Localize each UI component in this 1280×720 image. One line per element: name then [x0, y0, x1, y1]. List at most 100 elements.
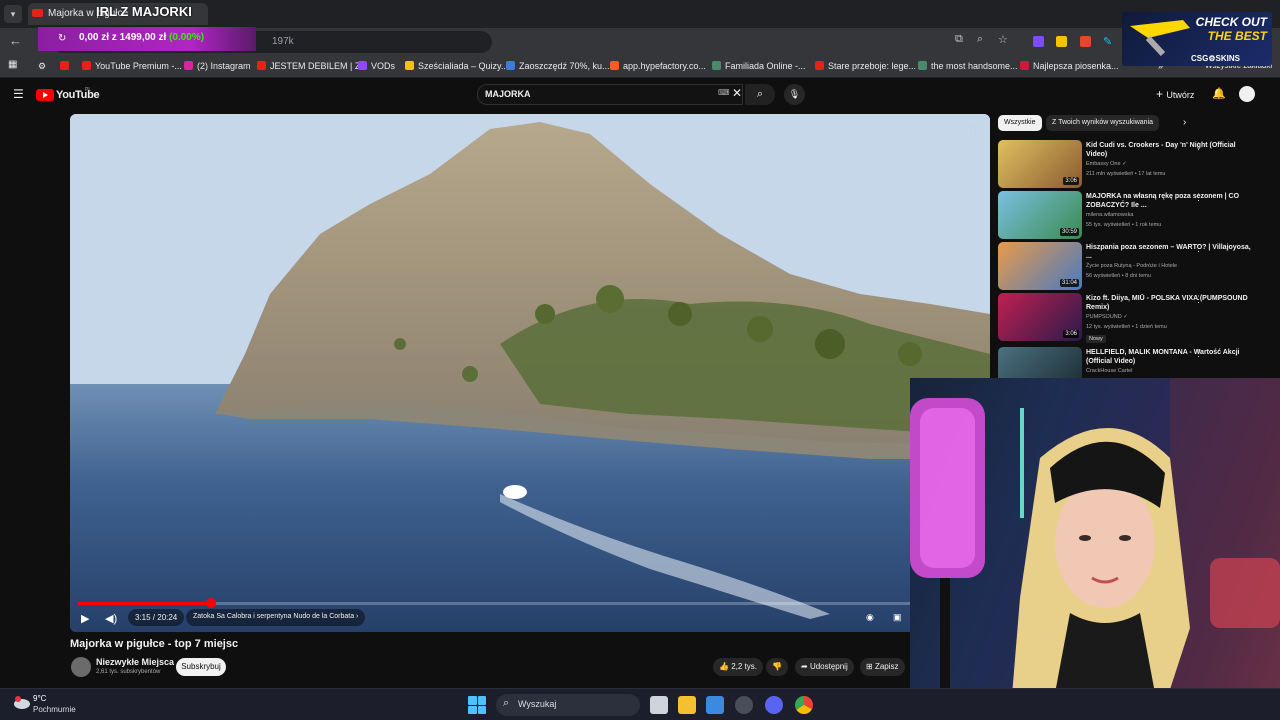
chapter-title[interactable]: Zatoka Sa Calobra i serpentyna Nudo de l… [186, 609, 366, 626]
create-button[interactable]: + Utwórz [1156, 87, 1194, 101]
video-thumbnail[interactable]: 31:04 [998, 242, 1082, 290]
subscribe-button[interactable]: Subskrybuj [176, 658, 226, 676]
save-icon: ⊞ [866, 662, 875, 671]
bookmark-item[interactable]: Najlepsza piosenka... [1020, 61, 1119, 71]
bookmark-item[interactable]: the most handsome... [918, 61, 1018, 71]
search-icon: ⌕ [503, 697, 510, 709]
chip-all[interactable]: Wszystkie [998, 115, 1042, 131]
captions-icon[interactable]: ▣ [893, 612, 902, 623]
extension-icon[interactable] [1033, 36, 1044, 47]
taskbar-search[interactable]: ⌕ Wyszukaj [496, 694, 640, 716]
search-input[interactable]: MAJORKA [485, 89, 531, 99]
bookmark-item[interactable]: Stare przeboje: lege... [815, 61, 916, 71]
bookmark-icon[interactable] [60, 61, 73, 71]
bookmark-item[interactable]: YouTube Premium -... [82, 61, 182, 71]
chrome-icon[interactable] [795, 696, 813, 714]
more-options-icon[interactable]: ⋮ [1194, 243, 1203, 254]
autoplay-toggle-icon[interactable]: ◉ [866, 612, 874, 623]
play-icon[interactable]: ▶ [81, 612, 89, 625]
discord-icon[interactable] [765, 696, 783, 714]
tab-search-icon[interactable]: ▾ [4, 5, 22, 23]
recommendation-title[interactable]: Kizo ft. Diiya, MIŪ - POLSKA VIXA (PUMPS… [1086, 294, 1256, 312]
ad-brand: CSG⚙SKINS [1191, 54, 1240, 63]
chip-your-results[interactable]: Z Twoich wyników wyszukiwania [1046, 115, 1160, 131]
app-icon[interactable] [735, 696, 753, 714]
video-player[interactable]: ⓘ [70, 114, 990, 632]
extension-icon[interactable] [1080, 36, 1091, 47]
recommendation-item[interactable]: HELLFIELD, MALIK MONTANA - Wartość Akcji… [998, 347, 1268, 378]
youtube-logo-text[interactable]: YouTube [56, 89, 100, 101]
keyboard-icon[interactable]: ⌨ [718, 88, 730, 97]
video-thumbnail[interactable]: 3:06 [998, 140, 1082, 188]
channel-avatar[interactable] [71, 657, 91, 677]
account-avatar[interactable] [1239, 86, 1255, 102]
progress-fill [78, 602, 212, 605]
bookmark-item[interactable]: JESTEM DEBILEM | Z... [257, 61, 368, 71]
file-explorer-icon[interactable] [678, 696, 696, 714]
recommendation-channel[interactable]: CrackHouse Cartel [1086, 368, 1132, 374]
dislike-button[interactable]: 👎 [766, 658, 788, 676]
more-options-icon[interactable]: ⋮ [1194, 294, 1203, 305]
bookmark-item[interactable]: app.hypefactory.co... [610, 61, 706, 71]
zoom-icon[interactable]: ⌕ [977, 33, 983, 46]
youtube-logo-icon[interactable] [36, 89, 54, 101]
save-button[interactable]: ⊞ Zapisz [860, 658, 905, 676]
extension-icon[interactable] [1056, 36, 1067, 47]
stream-title-overlay: IRL Z MAJORKI [96, 4, 192, 19]
video-thumbnail[interactable] [998, 347, 1082, 378]
recommendation-title[interactable]: Hiszpania poza sezonem – WARTO? | Villaj… [1086, 243, 1256, 261]
info-icon[interactable]: ⓘ [970, 122, 980, 137]
bookmark-item[interactable]: Familiada Online -... [712, 61, 806, 71]
recommendation-channel[interactable]: milena.wilamowska [1086, 212, 1133, 218]
install-app-icon[interactable]: ⧉ [955, 33, 963, 46]
recommendation-title[interactable]: MAJORKA na własną rękę poza sezonem | CO… [1086, 192, 1256, 210]
recommendation-item[interactable]: 31:04 Hiszpania poza sezonem – WARTO? | … [998, 242, 1268, 290]
bookmark-item[interactable]: (2) Instagram [184, 61, 251, 71]
apps-grid-icon[interactable]: ▦ [8, 59, 17, 70]
share-button[interactable]: ➦ Udostępnij [795, 658, 854, 676]
url-text: 197k [272, 36, 294, 47]
store-icon[interactable] [706, 696, 724, 714]
recommendation-channel[interactable]: Życie poza Rutyną - Podróże i Hotele [1086, 263, 1177, 269]
bookmark-favicon-icon [712, 61, 721, 70]
recommendation-item[interactable]: 30:59 MAJORKA na własną rękę poza sezone… [998, 191, 1268, 239]
browser-tab-bar: ▾ Majorka w pigułce [0, 0, 1280, 28]
back-icon[interactable]: ← [9, 33, 22, 48]
recommendation-item[interactable]: 3:06 Kid Cudi vs. Crookers - Day 'n' Nig… [998, 140, 1268, 188]
recommendation-channel[interactable]: PUMPSOUND ✓ [1086, 314, 1128, 320]
hamburger-menu-icon[interactable]: ☰ [13, 87, 24, 101]
volume-icon[interactable]: ◀) [105, 612, 117, 625]
search-button[interactable]: ⌕ [745, 84, 775, 105]
youtube-header: ☰ YouTube PL MAJORKA ⌨ ✕ ⌕ 🎙 + Utwórz 🔔 [0, 79, 1280, 113]
like-button[interactable]: 👍 2,2 tys. [713, 658, 763, 676]
recommendation-title[interactable]: Kid Cudi vs. Crookers - Day 'n' Night (O… [1086, 141, 1256, 159]
bookmark-icon[interactable]: ⚙ [38, 61, 46, 72]
chips-next-icon[interactable]: › [1183, 117, 1186, 128]
clear-search-icon[interactable]: ✕ [732, 86, 742, 100]
notifications-bell-icon[interactable]: 🔔 [1212, 87, 1226, 100]
voice-search-button[interactable]: 🎙 [784, 84, 805, 105]
more-options-icon[interactable]: ⋮ [1194, 192, 1203, 203]
recommendation-channel[interactable]: Embassy One ✓ [1086, 161, 1127, 167]
cloud-icon[interactable] [12, 695, 30, 709]
bookmark-favicon-icon [815, 61, 824, 70]
bookmark-item[interactable]: Zaoszczędź 70%, ku... [506, 61, 610, 71]
more-options-icon[interactable]: ⋮ [1194, 141, 1203, 152]
recommendation-title[interactable]: HELLFIELD, MALIK MONTANA - Wartość Akcji… [1086, 348, 1256, 366]
bookmark-item[interactable]: Sześcialiada – Quizy... [405, 61, 508, 71]
windows-taskbar: 9°C Pochmurnie ⌕ Wyszukaj [0, 688, 1280, 720]
bookmark-item[interactable]: VODs [358, 61, 395, 71]
video-thumbnail[interactable]: 3:06 [998, 293, 1082, 341]
task-view-icon[interactable] [650, 696, 668, 714]
weather-temperature[interactable]: 9°C [33, 694, 46, 703]
extension-icon[interactable]: ✎ [1103, 35, 1112, 48]
search-box[interactable]: MAJORKA ⌨ ✕ [477, 84, 743, 105]
bookmark-star-icon[interactable]: ☆ [998, 33, 1008, 46]
weather-description[interactable]: Pochmurnie [33, 705, 76, 714]
more-options-icon[interactable]: ⋮ [1194, 348, 1203, 359]
channel-name[interactable]: Niezwykłe Miejsca [96, 657, 174, 667]
windows-start-icon[interactable] [468, 696, 486, 714]
video-thumbnail[interactable]: 30:59 [998, 191, 1082, 239]
recommendation-item[interactable]: 3:06 Kizo ft. Diiya, MIŪ - POLSKA VIXA (… [998, 293, 1268, 343]
video-progress-bar[interactable] [78, 598, 910, 608]
